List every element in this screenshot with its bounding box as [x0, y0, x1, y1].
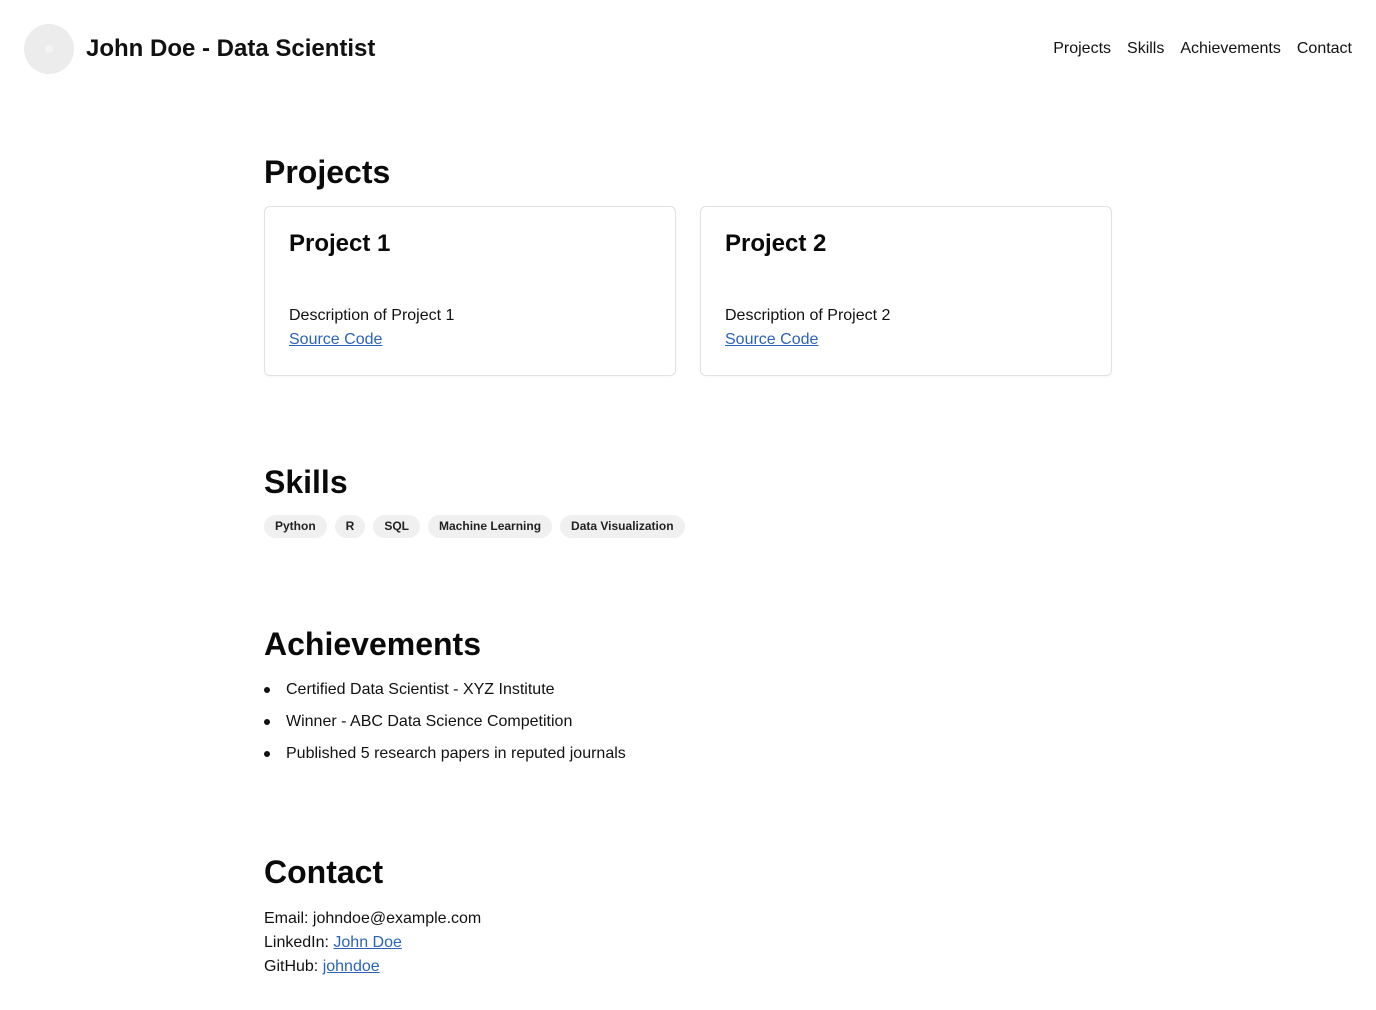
site-title: John Doe - Data Scientist: [86, 35, 376, 62]
main-nav: Projects Skills Achievements Contact: [1053, 38, 1352, 60]
project-title: Project 2: [725, 230, 827, 257]
contact-github: GitHub: johndoe: [264, 955, 481, 979]
nav-link-contact[interactable]: Contact: [1297, 38, 1352, 60]
projects-heading: Projects: [264, 154, 391, 190]
linkedin-link[interactable]: John Doe: [333, 934, 402, 951]
nav-link-skills[interactable]: Skills: [1127, 38, 1164, 60]
contact-details: Email: johndoe@example.com LinkedIn: Joh…: [264, 907, 481, 979]
skills-heading: Skills: [264, 464, 348, 500]
skill-tag: SQL: [373, 515, 421, 538]
nav-link-projects[interactable]: Projects: [1053, 38, 1111, 60]
avatar-placeholder-icon: [45, 45, 53, 53]
source-code-link[interactable]: Source Code: [725, 329, 818, 351]
skill-tag: Data Visualization: [560, 515, 685, 538]
skill-tag: Machine Learning: [428, 515, 553, 538]
project-description: Description of Project 2: [725, 307, 891, 324]
email-label: Email:: [264, 910, 309, 927]
github-link[interactable]: johndoe: [323, 958, 380, 975]
achievements-heading: Achievements: [264, 626, 481, 662]
github-label: GitHub:: [264, 958, 319, 975]
linkedin-label: LinkedIn:: [264, 934, 329, 951]
skill-tag: Python: [264, 515, 327, 538]
achievement-item: Winner - ABC Data Science Competition: [264, 711, 626, 743]
nav-link-achievements[interactable]: Achievements: [1180, 38, 1281, 60]
site-header: John Doe - Data Scientist Projects Skill…: [0, 0, 1376, 98]
project-card: Project 1 Description of Project 1 Sourc…: [264, 206, 676, 376]
email-value: johndoe@example.com: [312, 910, 482, 927]
source-code-link[interactable]: Source Code: [289, 329, 382, 351]
avatar: [24, 24, 74, 74]
contact-email: Email: johndoe@example.com: [264, 907, 481, 931]
project-card: Project 2 Description of Project 2 Sourc…: [700, 206, 1112, 376]
project-description: Description of Project 1: [289, 307, 455, 324]
achievement-item: Published 5 research papers in reputed j…: [264, 743, 626, 775]
skills-list: Python R SQL Machine Learning Data Visua…: [264, 515, 685, 538]
contact-linkedin: LinkedIn: John Doe: [264, 931, 481, 955]
project-title: Project 1: [289, 230, 391, 257]
skill-tag: R: [334, 515, 366, 538]
achievement-item: Certified Data Scientist - XYZ Institute: [264, 679, 626, 711]
achievements-list: Certified Data Scientist - XYZ Institute…: [264, 679, 626, 775]
contact-heading: Contact: [264, 854, 384, 890]
